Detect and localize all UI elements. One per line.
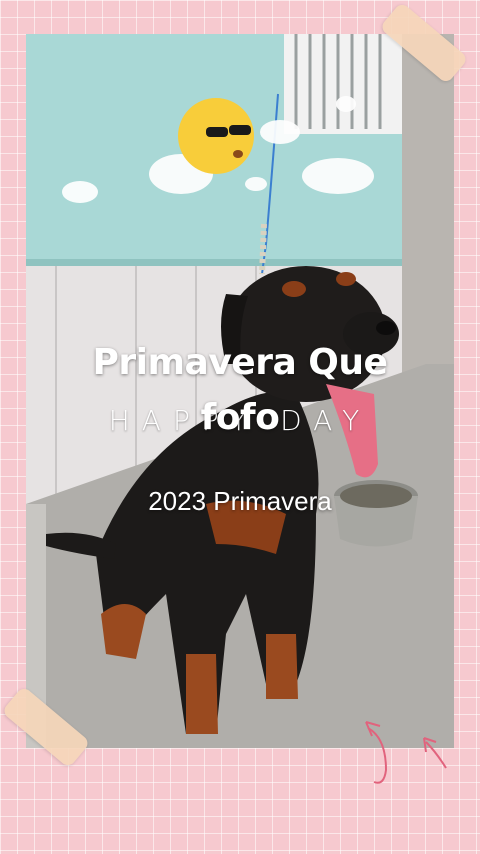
dog-photo bbox=[26, 34, 454, 748]
story-subtitle: 2023 Primavera bbox=[148, 486, 332, 516]
story-title-line2: fofo bbox=[200, 397, 280, 438]
pink-doodle-arrows-icon bbox=[365, 721, 447, 784]
photo bbox=[26, 34, 454, 748]
story-title-line1: Primavera Que bbox=[92, 342, 388, 383]
